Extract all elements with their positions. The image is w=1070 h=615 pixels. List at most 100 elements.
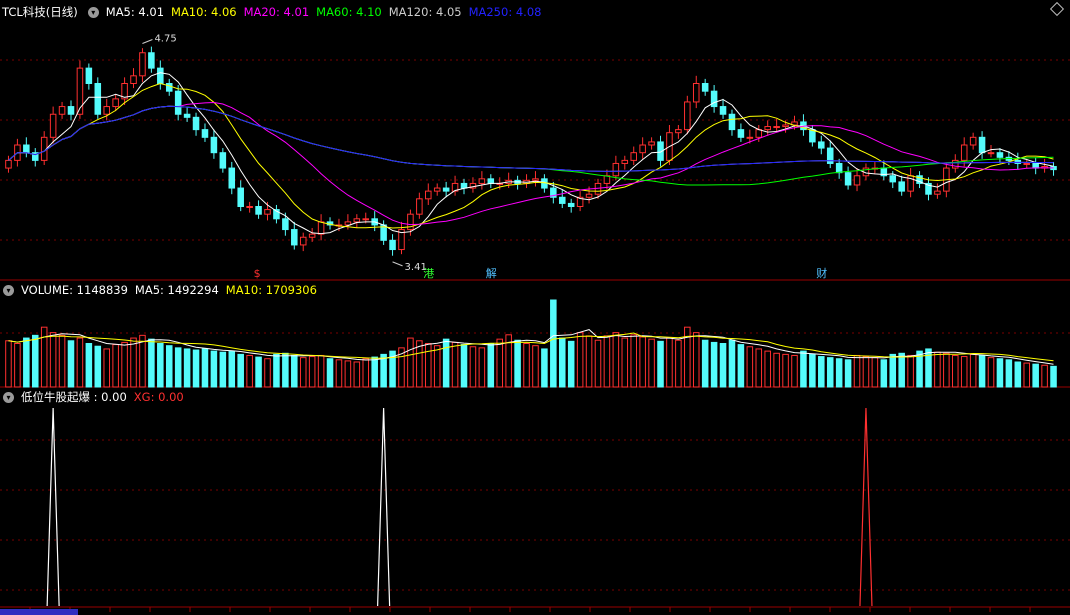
volume-bar: [210, 350, 218, 388]
candle-body: [764, 126, 771, 131]
event-marker: $: [254, 267, 261, 280]
volume-bar: [701, 339, 709, 388]
candle-body: [157, 67, 164, 84]
candle-body: [174, 90, 182, 115]
volume-bar: [567, 340, 575, 388]
volume-ma5-label: MA5: 1492294: [134, 283, 219, 297]
candle-body: [362, 218, 370, 221]
candle-body: [692, 83, 700, 103]
candle-body: [317, 221, 325, 235]
candle-body: [978, 136, 986, 154]
xg-label: XG: 0.00: [133, 390, 184, 404]
candle-body: [433, 187, 441, 192]
volume-bar: [326, 358, 334, 388]
candle-body: [684, 101, 691, 131]
volume-bar: [201, 348, 209, 388]
volume-bar: [844, 359, 852, 388]
volume-bar: [192, 349, 200, 388]
volume-bar: [523, 343, 530, 388]
candle-body: [103, 106, 110, 115]
volume-bar: [791, 354, 798, 388]
volume-bar: [576, 332, 584, 388]
volume-bar: [657, 340, 664, 388]
volume-bar: [541, 348, 548, 388]
price-header: TCL科技(日线) ▾ MA5: 4.01 MA10: 4.06 MA20: 4…: [0, 2, 548, 22]
candle-body: [192, 116, 200, 131]
volume-settings-icon[interactable]: ▾: [3, 284, 14, 296]
volume-bar: [630, 334, 637, 388]
candle-body: [94, 83, 102, 115]
volume-bar: [550, 299, 557, 388]
candle-body: [264, 209, 271, 215]
volume-bar: [157, 343, 164, 388]
volume-bar: [416, 340, 423, 388]
volume-bar: [907, 354, 914, 388]
candle-body: [23, 144, 30, 154]
candle-body: [219, 152, 227, 169]
volume-bar: [299, 357, 307, 388]
candle-body: [719, 106, 727, 115]
volume-bar: [826, 357, 834, 388]
volume-bar: [1005, 359, 1013, 388]
candle-body: [389, 239, 396, 251]
candle-body: [183, 113, 191, 118]
stock-chart[interactable]: 4.753.41$ 港解财: [0, 0, 1070, 615]
event-marker: 财: [816, 266, 827, 280]
volume-bar: [335, 359, 343, 388]
candle-body: [67, 106, 75, 115]
volume-bar: [442, 338, 450, 388]
indicator-settings-icon[interactable]: ▾: [3, 391, 14, 403]
candle-body: [648, 141, 655, 146]
volume-bar: [969, 353, 977, 388]
volume-bar: [639, 336, 646, 388]
volume-bar: [818, 356, 825, 388]
candle-body: [246, 206, 253, 208]
volume-header: ▾ VOLUME: 1148839 MA5: 1492294 MA10: 170…: [0, 280, 324, 300]
candle-body: [416, 198, 423, 215]
candle-body: [585, 193, 593, 198]
volume-bar: [371, 356, 378, 388]
candle-body: [58, 106, 66, 115]
volume-bar: [514, 339, 521, 388]
volume-bar: [112, 344, 119, 388]
candle-body: [969, 136, 977, 146]
low-pointer: [392, 261, 403, 267]
candle-body: [567, 202, 575, 208]
volume-bar: [174, 347, 182, 388]
volume-bar: [487, 343, 495, 388]
volume-bar: [308, 356, 316, 388]
candle-body: [478, 178, 486, 184]
volume-bar: [460, 344, 468, 388]
ma10-label: MA10: 4.06: [171, 5, 237, 19]
volume-bar: [746, 346, 754, 388]
volume-bar: [121, 341, 128, 388]
indicator-header: ▾ 低位牛股起爆 : 0.00 XG: 0.00: [0, 387, 191, 407]
volume-bar: [139, 334, 146, 388]
candle-body: [853, 175, 861, 186]
candle-body: [782, 124, 789, 128]
volume-bar: [1023, 362, 1031, 388]
candle-body: [612, 162, 620, 177]
volume-bar: [934, 351, 941, 388]
volume-bar: [1050, 365, 1057, 388]
volume-bar: [451, 341, 459, 388]
volume-bar: [755, 348, 763, 388]
ma20-line: [8, 101, 1054, 226]
volume-bar: [130, 337, 137, 388]
volume-bar: [165, 345, 173, 388]
candle-body: [85, 67, 93, 84]
event-marker: 港: [423, 267, 434, 280]
settings-icon[interactable]: ▾: [87, 6, 99, 18]
volume-bar: [478, 347, 486, 388]
volume-ma10-label: MA10: 1709306: [225, 283, 317, 297]
volume-bar: [1032, 363, 1039, 388]
candle-body: [621, 159, 629, 164]
volume-bar: [728, 339, 736, 388]
volume-bar: [603, 335, 611, 388]
volume-bar: [666, 337, 673, 388]
candle-body: [130, 75, 137, 84]
volume-bar: [31, 334, 39, 388]
candle-body: [282, 218, 289, 231]
candle-body: [139, 52, 146, 77]
candle-body: [228, 167, 236, 189]
